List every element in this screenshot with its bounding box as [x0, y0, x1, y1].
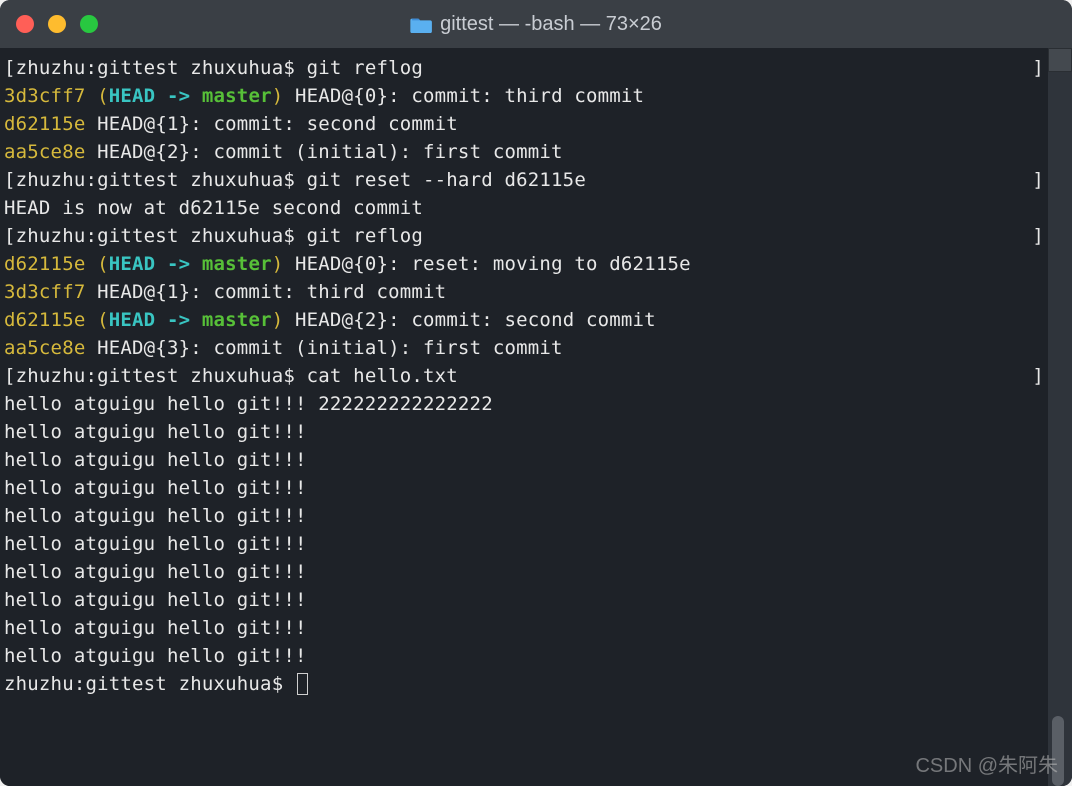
command-text: git reflog: [307, 57, 423, 79]
close-icon[interactable]: [16, 15, 34, 33]
head-ref: HEAD ->: [109, 253, 202, 275]
file-line: hello atguigu hello git!!!: [4, 642, 1044, 670]
file-line: hello atguigu hello git!!!: [4, 558, 1044, 586]
scroll-marker-icon: [1048, 48, 1072, 72]
terminal-body: [zhuzhu:gittest zhuxuhua$ git reflog]3d3…: [0, 48, 1072, 786]
file-line: hello atguigu hello git!!!: [4, 474, 1044, 502]
commit-hash: 3d3cff7: [4, 85, 85, 107]
command-text: cat hello.txt: [307, 365, 458, 387]
branch-ref: master: [202, 85, 272, 107]
commit-hash: d62115e: [4, 309, 85, 331]
reset-output: HEAD is now at d62115e second commit: [4, 194, 1044, 222]
reflog-message: HEAD@{0}: commit: third commit: [283, 85, 644, 107]
terminal-window: gittest — -bash — 73×26 [zhuzhu:gittest …: [0, 0, 1072, 786]
commit-hash: aa5ce8e: [4, 337, 85, 359]
file-line: hello atguigu hello git!!!: [4, 502, 1044, 530]
reflog-message: HEAD@{2}: commit (initial): first commit: [85, 141, 562, 163]
command-text: git reflog: [307, 225, 423, 247]
reflog-message: HEAD@{3}: commit (initial): first commit: [85, 337, 562, 359]
command-text: git reset --hard d62115e: [307, 169, 586, 191]
reflog-message: HEAD@{1}: commit: second commit: [85, 113, 457, 135]
titlebar: gittest — -bash — 73×26: [0, 0, 1072, 48]
reflog-message: HEAD@{1}: commit: third commit: [85, 281, 446, 303]
file-line: hello atguigu hello git!!!: [4, 614, 1044, 642]
head-ref: HEAD ->: [109, 85, 202, 107]
commit-hash: d62115e: [4, 253, 85, 275]
file-line: hello atguigu hello git!!!: [4, 586, 1044, 614]
prompt: [zhuzhu:gittest zhuxuhua$: [4, 57, 307, 79]
branch-ref: master: [202, 309, 272, 331]
commit-hash: aa5ce8e: [4, 141, 85, 163]
prompt-plain: zhuzhu:gittest zhuxuhua$: [4, 673, 295, 695]
file-line: hello atguigu hello git!!!: [4, 530, 1044, 558]
scroll-track[interactable]: [1048, 72, 1072, 786]
cat-output: hello atguigu hello git!!! 2222222222222…: [4, 390, 1044, 670]
minimize-icon[interactable]: [48, 15, 66, 33]
commit-hash: 3d3cff7: [4, 281, 85, 303]
maximize-icon[interactable]: [80, 15, 98, 33]
prompt: [zhuzhu:gittest zhuxuhua$: [4, 365, 307, 387]
folder-icon: [410, 15, 432, 33]
cursor-icon: [297, 673, 308, 695]
prompt-close: ]: [1032, 362, 1044, 390]
prompt-close: ]: [1032, 54, 1044, 82]
prompt: [zhuzhu:gittest zhuxuhua$: [4, 169, 307, 191]
file-line: hello atguigu hello git!!!: [4, 418, 1044, 446]
reflog-message: HEAD@{0}: reset: moving to d62115e: [283, 253, 690, 275]
window-title-text: gittest — -bash — 73×26: [440, 13, 662, 36]
scroll-thumb[interactable]: [1052, 716, 1064, 786]
reflog-output-1: 3d3cff7 (HEAD -> master) HEAD@{0}: commi…: [4, 82, 1044, 166]
head-ref: HEAD ->: [109, 309, 202, 331]
terminal-output[interactable]: [zhuzhu:gittest zhuxuhua$ git reflog]3d3…: [0, 48, 1048, 786]
file-line: hello atguigu hello git!!!: [4, 446, 1044, 474]
prompt-close: ]: [1032, 166, 1044, 194]
prompt-close: ]: [1032, 222, 1044, 250]
scrollbar[interactable]: [1048, 48, 1072, 786]
reflog-message: HEAD@{2}: commit: second commit: [283, 309, 655, 331]
prompt: [zhuzhu:gittest zhuxuhua$: [4, 225, 307, 247]
file-line: hello atguigu hello git!!! 2222222222222…: [4, 390, 1044, 418]
branch-ref: master: [202, 253, 272, 275]
reflog-output-2: d62115e (HEAD -> master) HEAD@{0}: reset…: [4, 250, 1044, 362]
window-controls: [16, 15, 98, 33]
window-title: gittest — -bash — 73×26: [410, 13, 662, 36]
commit-hash: d62115e: [4, 113, 85, 135]
